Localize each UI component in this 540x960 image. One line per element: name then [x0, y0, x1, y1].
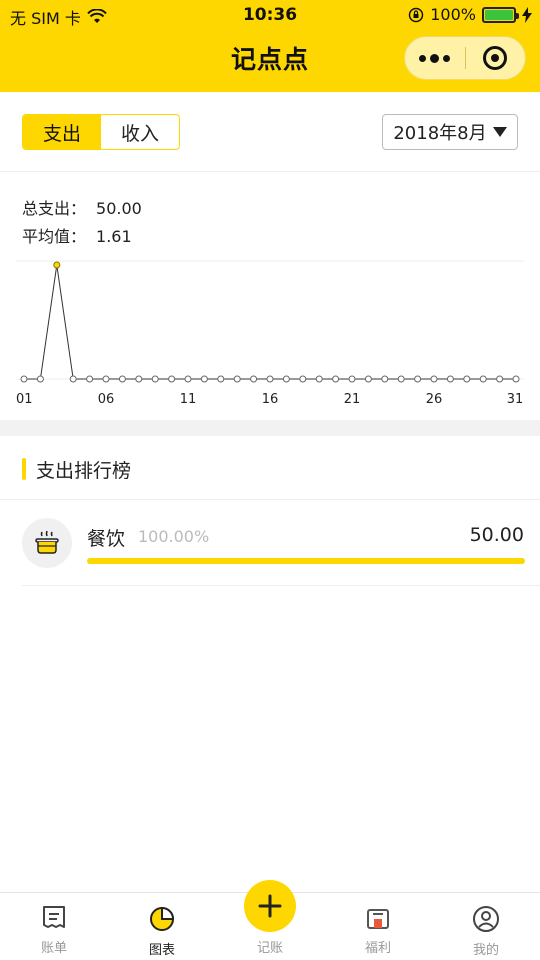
tab-label: 记账	[256, 941, 283, 956]
chart-point	[381, 375, 389, 383]
chart-point	[135, 375, 143, 383]
pot-icon	[22, 518, 72, 568]
progress-fill	[87, 558, 525, 564]
chart-point	[200, 375, 208, 383]
close-button[interactable]	[465, 36, 525, 80]
chart-point	[20, 375, 28, 383]
pie-chart-icon	[150, 906, 175, 931]
chart-point	[282, 375, 290, 383]
user-icon	[473, 906, 499, 932]
chart-series-line	[24, 264, 516, 380]
chart-point	[479, 375, 487, 383]
tab-welfare[interactable]: 福利	[324, 893, 432, 960]
chart-point	[332, 375, 340, 383]
battery-percent: 100%	[430, 5, 476, 24]
chart-point	[233, 375, 241, 383]
chart-point	[250, 375, 258, 383]
tab-label: 我的	[472, 943, 499, 958]
month-picker[interactable]: 2018年8月	[382, 114, 518, 150]
month-value: 2018年8月	[393, 123, 487, 144]
ranking-title-text: 支出排行榜	[36, 459, 132, 482]
chart-point	[168, 375, 176, 383]
chart-point	[86, 375, 94, 383]
mini-program-capsule	[404, 36, 526, 80]
add-record-button[interactable]	[244, 880, 296, 932]
chart-point	[102, 375, 110, 383]
category-amount: 50.00	[469, 524, 524, 546]
more-button[interactable]	[405, 36, 465, 80]
triangle-down-icon	[492, 127, 507, 137]
gift-icon	[367, 909, 389, 929]
chart-tick-label: 26	[426, 392, 443, 407]
summary-stats: 总支出： 50.00 平均值： 1.61	[22, 195, 142, 251]
chart-point	[414, 375, 422, 383]
total-label: 总支出：	[22, 199, 87, 218]
chart-point	[364, 375, 372, 383]
chart-point	[118, 375, 126, 383]
chart-tick-label: 01	[16, 392, 33, 407]
tab-label: 图表	[148, 943, 175, 958]
chart-tick-label: 31	[507, 392, 524, 407]
receipt-icon	[43, 906, 65, 928]
category-name: 餐饮	[87, 528, 126, 550]
chart-point	[463, 375, 471, 383]
tab-mine[interactable]: 我的	[432, 893, 540, 960]
average-value: 1.61	[96, 227, 132, 246]
more-dot	[419, 54, 427, 62]
category-progress	[87, 558, 525, 564]
chart-point	[315, 375, 323, 383]
average-label: 平均值：	[22, 227, 87, 246]
chart-tick-label: 21	[344, 392, 361, 407]
chart-point	[496, 375, 504, 383]
more-dot	[430, 53, 440, 63]
battery-icon	[482, 6, 519, 23]
chart-point	[151, 375, 159, 383]
tab-label: 账单	[40, 941, 67, 956]
target-icon	[483, 46, 508, 70]
chart-point	[266, 375, 274, 383]
plus-icon	[258, 894, 282, 918]
chart-point	[36, 375, 44, 383]
chart-point	[430, 375, 438, 383]
tab-bills[interactable]: 账单	[0, 893, 108, 960]
title-accent-bar	[22, 458, 26, 480]
chart-point	[348, 375, 356, 383]
tab-label: 福利	[364, 941, 391, 956]
chart-tick-label: 11	[180, 392, 197, 407]
header: 无 SIM 卡 10:36 100% 记点点	[0, 0, 540, 92]
total-value: 50.00	[96, 199, 142, 218]
tab-income[interactable]: 收入	[101, 115, 179, 149]
chart-point	[53, 261, 61, 269]
more-dot	[443, 54, 451, 62]
chart-point	[299, 375, 307, 383]
ranking-item[interactable]: 餐饮 100.00% 50.00	[0, 500, 540, 586]
charging-icon	[522, 6, 532, 23]
divider	[0, 171, 540, 172]
chart-point	[446, 375, 454, 383]
daily-line-chart: 01 06 11 16 21 26 31	[0, 255, 540, 415]
chart-point	[397, 375, 405, 383]
status-bar: 无 SIM 卡 10:36 100%	[0, 0, 540, 30]
chart-tick-label: 06	[98, 392, 115, 407]
section-gap	[0, 420, 540, 436]
chart-tick-label: 16	[262, 392, 279, 407]
category-percent: 100.00%	[138, 527, 210, 546]
chart-svg: 01 06 11 16 21 26 31	[16, 260, 524, 407]
ranking-title: 支出排行榜	[22, 456, 131, 482]
divider	[22, 585, 540, 586]
orientation-lock-icon	[409, 7, 424, 22]
chart-point	[184, 375, 192, 383]
chart-point	[69, 375, 77, 383]
chart-point	[217, 375, 225, 383]
tab-charts[interactable]: 图表	[108, 893, 216, 960]
type-toggle: 支出 收入	[22, 114, 180, 150]
chart-point	[512, 375, 520, 383]
tab-expense[interactable]: 支出	[23, 115, 101, 149]
